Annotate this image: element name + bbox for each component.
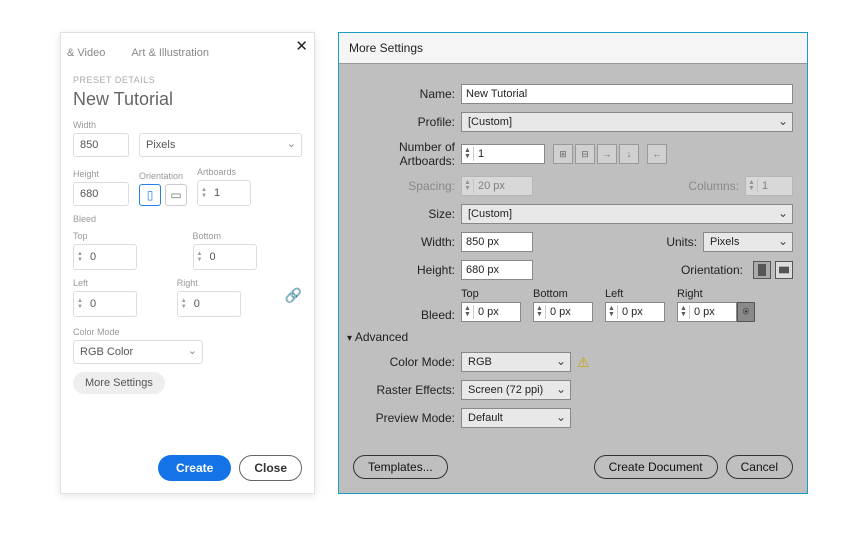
name-input[interactable] <box>461 84 793 104</box>
bleed-bottom-r[interactable]: ▲▼0 px <box>533 302 593 322</box>
columns-stepper: ▲▼1 <box>745 176 793 196</box>
dialog-title: More Settings <box>339 33 807 64</box>
bleed-left-label: Left <box>73 278 167 288</box>
preview-mode-select[interactable]: Default <box>461 408 571 428</box>
orientation-portrait-button[interactable]: ▯ <box>139 184 161 206</box>
spacing-label: Spacing: <box>353 179 461 193</box>
units-label-r: Units: <box>666 235 703 249</box>
arrange-grid-col-icon[interactable]: ⊟ <box>575 144 595 164</box>
orientation-label: Orientation <box>139 171 187 181</box>
num-artboards-stepper[interactable]: ▲▼1 <box>461 144 545 164</box>
bleed-top-label-r: Top <box>461 288 521 300</box>
tab-art-illustration[interactable]: Art & Illustration <box>131 47 209 59</box>
arrange-grid-row-icon[interactable]: ⊞ <box>553 144 573 164</box>
bleed-right-label-r: Right <box>677 288 737 300</box>
new-document-panel: ✕ & Video Art & Illustration PRESET DETA… <box>60 32 315 494</box>
close-icon[interactable]: ✕ <box>295 37 308 55</box>
close-button[interactable]: Close <box>239 455 302 481</box>
color-mode-select-r[interactable]: RGB <box>461 352 571 372</box>
artboards-label: Artboards <box>197 167 251 177</box>
name-label: Name: <box>353 87 461 101</box>
bleed-right-r[interactable]: ▲▼0 px <box>677 302 737 322</box>
bleed-link-icon[interactable]: ⍟ <box>737 302 755 322</box>
bleed-bottom-label: Bottom <box>193 231 303 241</box>
category-tabs: & Video Art & Illustration <box>61 33 314 69</box>
units-select[interactable] <box>139 133 302 157</box>
bleed-left-label-r: Left <box>605 288 665 300</box>
columns-label: Columns: <box>688 179 745 193</box>
width-label-r: Width: <box>353 235 461 249</box>
height-input[interactable] <box>73 182 129 206</box>
bleed-left-r[interactable]: ▲▼0 px <box>605 302 665 322</box>
height-label-r: Height: <box>353 263 461 277</box>
preset-details-heading: PRESET DETAILS <box>73 75 302 85</box>
tab-film-video[interactable]: & Video <box>67 47 105 59</box>
arrange-row-icon[interactable]: → <box>597 144 617 164</box>
preview-label: Preview Mode: <box>353 411 461 425</box>
document-name[interactable]: New Tutorial <box>73 89 302 110</box>
size-label: Size: <box>353 207 461 221</box>
cancel-button[interactable]: Cancel <box>726 455 793 479</box>
orientation-landscape-button[interactable]: ▭ <box>165 184 187 206</box>
height-input-r[interactable] <box>461 260 533 280</box>
create-button[interactable]: Create <box>158 455 231 481</box>
profile-label: Profile: <box>353 115 461 129</box>
templates-button[interactable]: Templates... <box>353 455 448 479</box>
width-label: Width <box>73 120 302 130</box>
create-document-button[interactable]: Create Document <box>594 455 718 479</box>
artboards-stepper[interactable]: ▲▼ 1 <box>197 180 251 206</box>
bleed-label: Bleed <box>73 214 302 224</box>
bleed-top-label: Top <box>73 231 183 241</box>
height-label: Height <box>73 169 129 179</box>
size-select[interactable]: [Custom] <box>461 204 793 224</box>
more-settings-button[interactable]: More Settings <box>73 372 165 394</box>
profile-select[interactable]: [Custom] <box>461 112 793 132</box>
orientation-landscape-r[interactable] <box>775 261 793 279</box>
warning-icon: ⚠ <box>577 354 590 371</box>
color-mode-label-r: Color Mode: <box>353 355 461 369</box>
bleed-label-r: Bleed: <box>353 308 461 322</box>
bleed-right-label: Right <box>177 278 271 288</box>
raster-effects-select[interactable]: Screen (72 ppi) <box>461 380 571 400</box>
link-icon[interactable]: 🔗 <box>285 287 302 304</box>
width-input-r[interactable] <box>461 232 533 252</box>
bleed-right-stepper[interactable]: ▲▼0 <box>177 291 241 317</box>
artboard-arrange-buttons[interactable]: ⊞ ⊟ → ↓ ← <box>553 144 667 164</box>
color-mode-label: Color Mode <box>73 327 302 337</box>
units-select-r[interactable]: Pixels <box>703 232 793 252</box>
arrange-col-icon[interactable]: ↓ <box>619 144 639 164</box>
bleed-left-stepper[interactable]: ▲▼0 <box>73 291 137 317</box>
raster-label: Raster Effects: <box>353 383 461 397</box>
bleed-bottom-stepper[interactable]: ▲▼0 <box>193 244 257 270</box>
spacing-stepper: ▲▼20 px <box>461 176 533 196</box>
num-artboards-label: Number of Artboards: <box>353 140 461 168</box>
bleed-bottom-label-r: Bottom <box>533 288 593 300</box>
orientation-label-r: Orientation: <box>681 263 749 277</box>
bleed-top-stepper[interactable]: ▲▼0 <box>73 244 137 270</box>
more-settings-dialog: More Settings Name: Profile: [Custom] Nu… <box>338 32 808 494</box>
bleed-top-r[interactable]: ▲▼0 px <box>461 302 521 322</box>
advanced-section-header[interactable]: Advanced <box>347 330 793 344</box>
orientation-portrait-r[interactable] <box>753 261 771 279</box>
arrange-rtl-icon[interactable]: ← <box>647 144 667 164</box>
width-input[interactable] <box>73 133 129 157</box>
color-mode-select[interactable] <box>73 340 203 364</box>
